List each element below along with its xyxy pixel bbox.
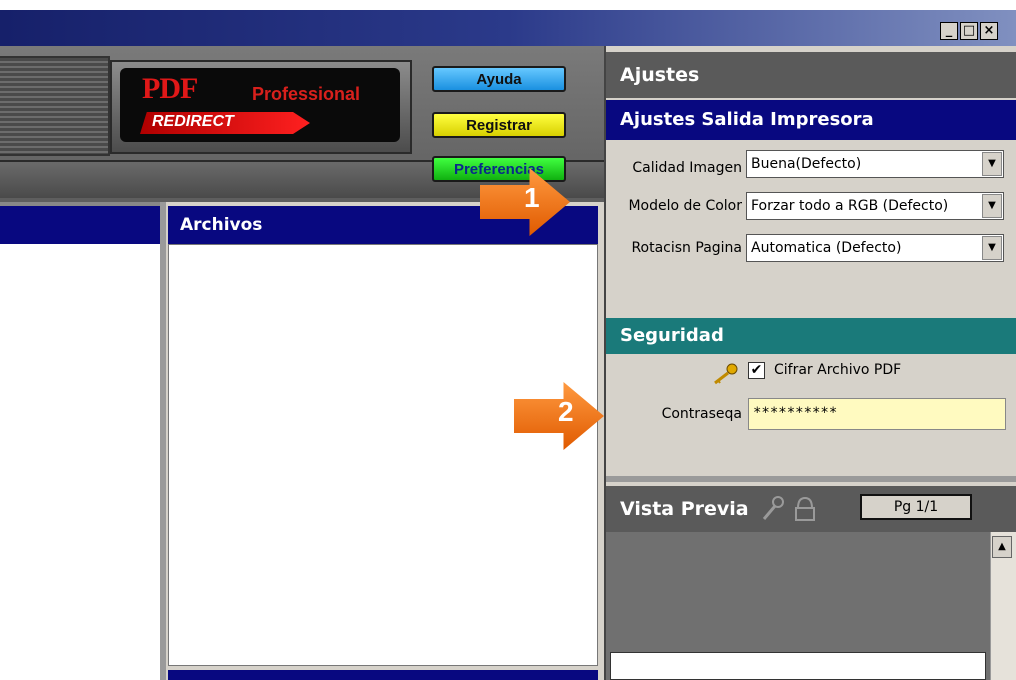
chevron-down-icon[interactable]: ▼ <box>982 194 1002 218</box>
security-header: Seguridad <box>606 318 1016 354</box>
page-rotation-value: Automatica (Defecto) <box>751 240 902 256</box>
key-icon <box>714 363 738 385</box>
help-button[interactable]: Ayuda <box>432 66 566 92</box>
color-model-value: Forzar todo a RGB (Defecto) <box>751 198 949 214</box>
scroll-up-icon[interactable]: ▲ <box>992 536 1012 558</box>
preferences-button[interactable]: Preferencias <box>432 156 566 182</box>
password-label: Contraseqa <box>661 406 742 422</box>
header-decoration <box>0 56 110 156</box>
minimize-button[interactable]: _ <box>940 22 958 40</box>
chevron-down-icon[interactable]: ▼ <box>982 152 1002 176</box>
encrypt-checkbox[interactable]: ✔ <box>748 362 765 379</box>
files-panel-footer <box>168 670 598 680</box>
chevron-down-icon[interactable]: ▼ <box>982 236 1002 260</box>
color-model-label: Modelo de Color <box>628 198 742 214</box>
lock-icon <box>762 496 815 521</box>
logo-redirect-text: REDIRECT <box>152 113 234 130</box>
page-rotation-select[interactable]: Automatica (Defecto) ▼ <box>746 234 1004 262</box>
encrypt-label: Cifrar Archivo PDF <box>774 362 902 378</box>
printer-settings-header: Ajustes Salida Impresora <box>606 100 1016 140</box>
image-quality-select[interactable]: Buena(Defecto) ▼ <box>746 150 1004 178</box>
preview-page <box>610 652 986 680</box>
settings-title: Ajustes <box>606 52 1016 98</box>
app-logo: PDF Professional REDIRECT <box>120 68 400 142</box>
callout-number-2: 2 <box>558 396 574 427</box>
maximize-button[interactable]: □ <box>960 22 978 40</box>
password-field[interactable]: ********** <box>748 398 1006 430</box>
image-quality-label: Calidad Imagen <box>632 160 742 176</box>
preview-title: Vista Previa <box>620 498 749 520</box>
logo-pdf-text: PDF <box>142 72 198 105</box>
logo-redirect-banner: REDIRECT <box>140 112 310 134</box>
image-quality-value: Buena(Defecto) <box>751 156 862 172</box>
color-model-select[interactable]: Forzar todo a RGB (Defecto) ▼ <box>746 192 1004 220</box>
security-divider <box>606 476 1016 482</box>
callout-number-1: 1 <box>524 182 540 213</box>
close-button[interactable]: × <box>980 22 998 40</box>
logo-professional-text: Professional <box>252 84 361 104</box>
register-button[interactable]: Registrar <box>432 112 566 138</box>
top-margin <box>0 0 1016 10</box>
left-panel-header <box>0 206 160 244</box>
app-window: _ □ × PDF Professional REDIRECT Ayuda Re… <box>0 0 1016 680</box>
files-list[interactable] <box>168 244 598 666</box>
page-rotation-label: Rotacisn Pagina <box>631 240 742 256</box>
page-indicator: Pg 1/1 <box>860 494 972 520</box>
title-bar <box>0 10 1016 46</box>
left-panel <box>0 206 160 680</box>
